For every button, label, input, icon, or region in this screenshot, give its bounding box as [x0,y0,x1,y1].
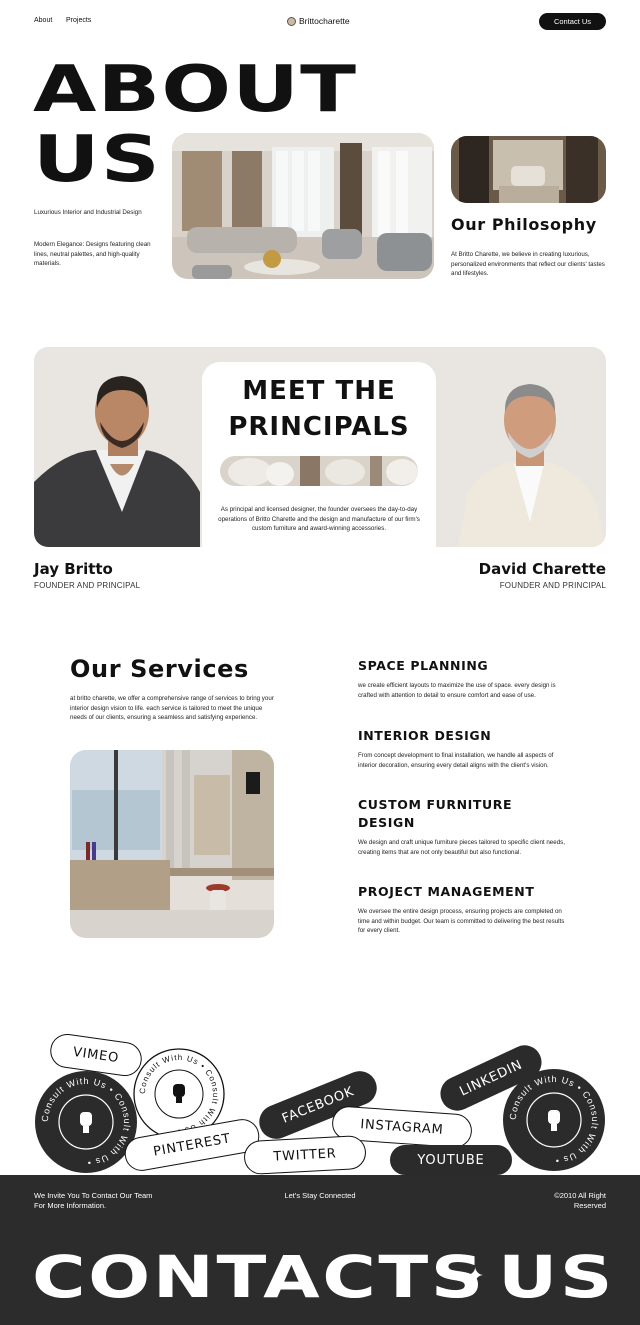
footer-big-left: CONTACTS [32,1243,486,1311]
footer-big-contacts[interactable]: CONTACTS ✦ US [32,1243,616,1313]
service-title-space-planning: SPACE PLANNING [358,658,489,673]
logo-mark-icon [287,16,296,26]
principals-strip-photo [220,456,418,486]
brand-logo[interactable]: Brittocharette [287,16,350,26]
service-text-space-planning: we create efficient layouts to maximize … [358,682,556,699]
consult-badge-right[interactable]: Consult With Us • Consult With Us • [502,1068,606,1172]
sparkle-icon: ✦ [466,1263,485,1288]
principals-description: As principal and licensed designer, the … [218,506,420,532]
brand-name: Brittocharette [299,16,350,26]
service-text-custom-furniture: We design and craft unique furniture pie… [358,839,565,856]
hero-description: Modern Elegance: Designs featuring clean… [34,241,151,267]
principal-role-jay: FOUNDER AND PRINCIPAL [34,581,141,590]
youtube-link[interactable]: YOUTUBE [390,1145,512,1175]
philosophy-heading: Our Philosophy [451,215,597,234]
service-title-custom-furniture-line2: DESIGN [358,815,415,830]
nav-projects-link[interactable]: Projects [66,17,91,24]
hero-tagline: Luxurious Interior and Industrial Design [34,209,142,216]
service-title-interior-design: INTERIOR DESIGN [358,728,492,743]
jay-britto-portrait [34,372,200,547]
living-room-photo [172,133,434,279]
twitter-link[interactable]: TWITTER [243,1134,367,1176]
service-title-project-management: PROJECT MANAGEMENT [358,884,535,899]
service-title-custom-furniture-line1: CUSTOM FURNITURE [358,797,513,812]
nav-about-link[interactable]: About [34,17,52,24]
principal-role-david: FOUNDER AND PRINCIPAL [499,581,606,590]
principals-title-line1: MEET THE [242,376,396,406]
principal-name-david: David Charette [478,560,606,578]
footer-invite: We Invite You To Contact Our Team For Mo… [34,1191,153,1210]
footer-big-right: US [498,1243,616,1311]
hero-title-line1: ABOUT [33,53,358,127]
contact-us-button[interactable]: Contact Us [539,13,606,30]
footer: We Invite You To Contact Our Team For Mo… [0,1175,640,1325]
footer-copyright: ©2010 All Right Reserved [554,1191,606,1210]
service-text-project-management: We oversee the entire design process, en… [358,908,565,934]
consult-badge-left[interactable]: Consult With Us • Consult With Us • [34,1070,138,1174]
philosophy-text: At Britto Charette, we believe in creati… [451,251,605,277]
services-photo [70,750,274,938]
services-intro: at britto charette, we offer a comprehen… [70,695,274,721]
principals-title-line2: PRINCIPALS [228,412,410,442]
service-text-interior-design: From concept development to final instal… [358,752,554,769]
footer-stay-connected[interactable]: Let's Stay Connected [260,1191,380,1201]
consult-badge-left-graphic: Consult With Us • Consult With Us • [35,1071,137,1173]
consult-badge-right-graphic: Consult With Us • Consult With Us • [503,1069,605,1171]
principal-name-jay: Jay Britto [34,560,113,578]
david-charette-portrait [438,372,606,547]
philosophy-photo [451,136,606,203]
hero-title-line2: US [33,123,162,197]
services-heading: Our Services [70,655,249,683]
